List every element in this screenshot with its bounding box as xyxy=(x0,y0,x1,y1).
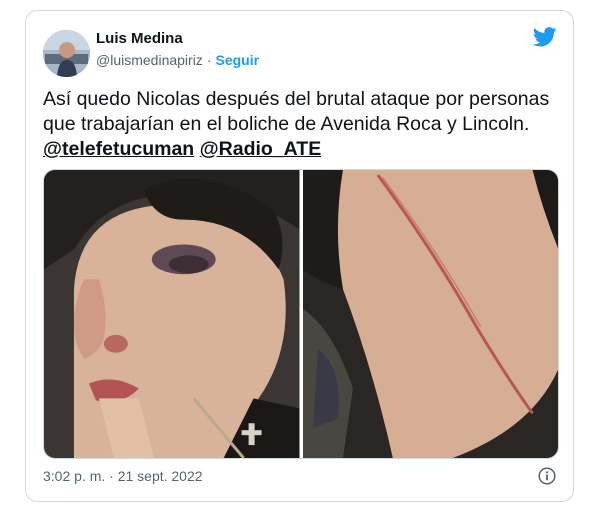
tweet-text: Así quedo Nicolas después del brutal ata… xyxy=(43,87,563,162)
avatar[interactable] xyxy=(43,30,90,77)
tweet-card: Luis Medina @luismedinapiriz · Seguir Así … xyxy=(25,10,574,502)
back-photo[interactable] xyxy=(302,170,558,458)
mention-radio-ate[interactable]: @Radio_ATE xyxy=(200,138,322,160)
tweet-media xyxy=(43,169,559,459)
face-photo[interactable] xyxy=(44,170,300,458)
mention-telefetucuman[interactable]: @telefetucuman xyxy=(43,138,194,160)
separator-dot: · xyxy=(206,52,212,68)
follow-button[interactable]: Seguir xyxy=(215,52,259,68)
tweet-timestamp[interactable]: 3:02 p. m. · 21 sept. 2022 xyxy=(43,468,203,484)
author-handle-row: @luismedinapiriz · Seguir xyxy=(96,52,259,68)
twitter-bird-icon[interactable] xyxy=(532,27,557,47)
author-handle[interactable]: @luismedinapiriz xyxy=(96,52,203,68)
author-name[interactable]: Luis Medina xyxy=(96,30,183,47)
info-icon[interactable] xyxy=(538,467,556,485)
tweet-body: Así quedo Nicolas después del brutal ata… xyxy=(43,88,550,135)
